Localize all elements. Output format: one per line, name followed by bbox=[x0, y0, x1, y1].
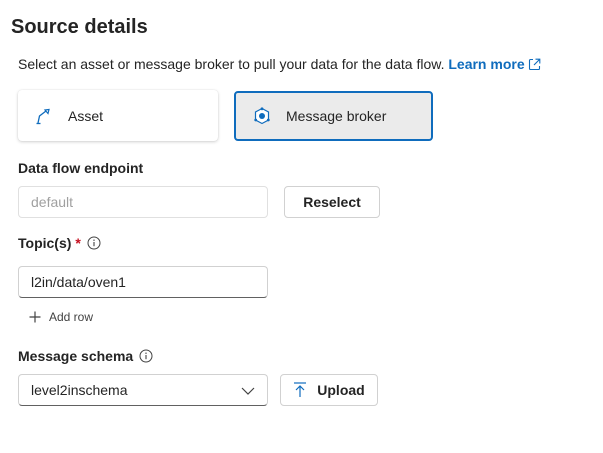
upload-label: Upload bbox=[317, 382, 365, 398]
chevron-down-icon bbox=[241, 382, 255, 398]
page-title: Source details bbox=[11, 16, 148, 38]
message-broker-option-label: Message broker bbox=[286, 108, 387, 124]
schema-dropdown[interactable]: level2inschema bbox=[18, 374, 268, 406]
asset-option-label: Asset bbox=[68, 107, 104, 124]
topic-input[interactable]: l2in/data/oven1 bbox=[18, 266, 268, 298]
upload-icon bbox=[293, 382, 307, 398]
message-broker-option-card[interactable]: Message broker bbox=[234, 91, 433, 141]
topics-label: Topic(s) bbox=[18, 235, 72, 251]
description-text: Select an asset or message broker to pul… bbox=[18, 56, 445, 72]
info-icon[interactable] bbox=[139, 349, 153, 363]
learn-more-link[interactable]: Learn more bbox=[448, 56, 540, 72]
plus-icon bbox=[29, 311, 41, 323]
endpoint-field: default bbox=[18, 186, 268, 218]
info-icon[interactable] bbox=[87, 236, 101, 250]
endpoint-label: Data flow endpoint bbox=[18, 160, 144, 176]
schema-label: Message schema bbox=[18, 348, 134, 364]
reselect-button[interactable]: Reselect bbox=[284, 186, 380, 218]
required-indicator: * bbox=[75, 235, 81, 251]
schema-label-row: Message schema bbox=[18, 348, 153, 364]
external-link-icon bbox=[528, 58, 541, 74]
topics-label-row: Topic(s) * bbox=[18, 235, 101, 251]
add-row-label: Add row bbox=[49, 310, 94, 324]
asset-icon bbox=[34, 106, 54, 126]
add-row-button[interactable]: Add row bbox=[29, 310, 93, 324]
message-broker-icon bbox=[252, 106, 272, 126]
upload-button[interactable]: Upload bbox=[280, 374, 378, 406]
asset-option-card[interactable]: Asset bbox=[18, 90, 218, 141]
description: Select an asset or message broker to pul… bbox=[18, 56, 541, 74]
schema-selected-value: level2inschema bbox=[31, 382, 128, 398]
